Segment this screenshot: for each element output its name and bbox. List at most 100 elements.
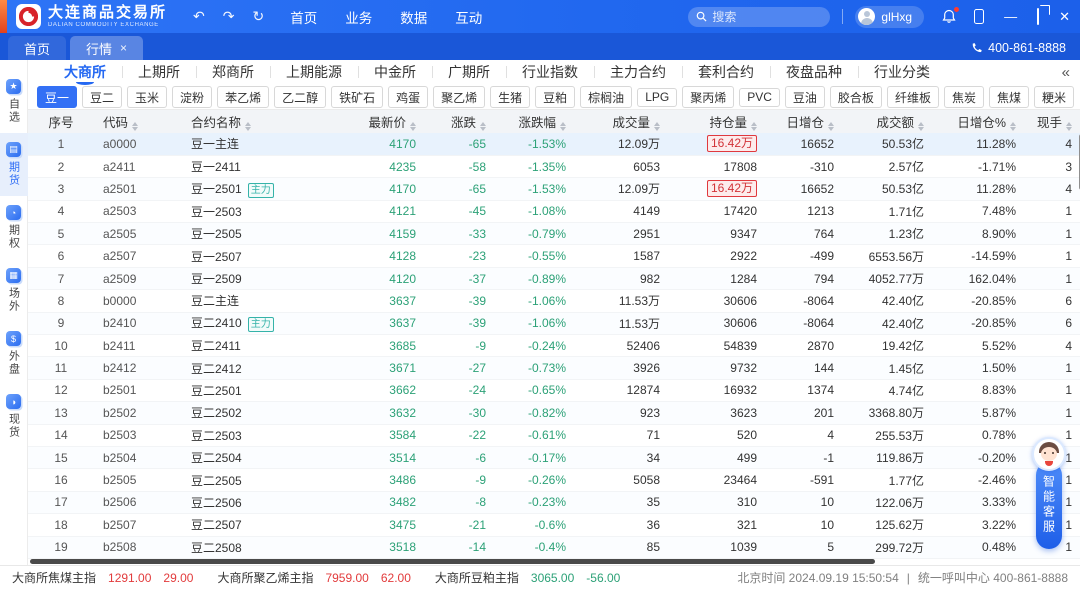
column-header[interactable]: 涨跌幅 [500,110,580,133]
commodity-pill[interactable]: 粳米 [1034,86,1074,108]
topnav-item[interactable]: 首页 [290,7,317,27]
commodity-pill[interactable]: 豆二 [82,86,122,108]
column-header[interactable]: 日增仓 [771,110,848,133]
table-row[interactable]: 2a2411豆一24114235-58-1.35%605317808-3102.… [28,155,1080,177]
table-row[interactable]: 15b2504豆二25043514-6-0.17%34499-1119.86万-… [28,446,1080,468]
table-row[interactable]: 14b2503豆二25033584-22-0.61%715204255.53万0… [28,424,1080,446]
horizontal-scrollbar[interactable] [30,559,875,564]
sidebar-item[interactable]: ▤期货 [0,133,28,196]
column-header[interactable]: 代码 [94,110,182,133]
column-header[interactable]: 涨跌 [430,110,500,133]
exchange-tab[interactable]: 中金所 [358,60,432,85]
back-icon[interactable]: ↶ [193,8,205,25]
column-header[interactable]: 最新价 [350,110,430,133]
column-header[interactable]: 持仓量 [674,110,771,133]
table-row[interactable]: 9b2410豆二2410主力3637-39-1.06%11.53万30606-8… [28,312,1080,334]
table-row[interactable]: 6a2507豆一25074128-23-0.55%15872922-499655… [28,245,1080,267]
mobile-app-button[interactable] [974,9,984,24]
contract-name: 豆二2412 [191,362,242,376]
commodity-pill[interactable]: 淀粉 [172,86,212,108]
commodity-pill[interactable]: 聚丙烯 [682,86,734,108]
call-center: 统一呼叫中心 400-861-8888 [918,569,1068,586]
table-row[interactable]: 16b2505豆二25053486-9-0.26%505823464-5911.… [28,469,1080,491]
commodity-pill[interactable]: 生猪 [490,86,530,108]
forward-icon[interactable]: ↷ [223,8,235,25]
table-row[interactable]: 7a2509豆一25094120-37-0.89%98212847944052.… [28,267,1080,289]
commodity-pill[interactable]: 玉米 [127,86,167,108]
topnav-item[interactable]: 数据 [400,7,427,27]
sort-asc-icon [654,122,660,126]
close-button[interactable]: ✕ [1059,9,1070,25]
commodity-pill[interactable]: 纤维板 [887,86,939,108]
commodity-pill[interactable]: LPG [637,88,677,107]
commodity-pill[interactable]: 胶合板 [830,86,882,108]
index-item[interactable]: 大商所豆粕主指3065.00-56.00 [435,569,620,586]
index-item[interactable]: 大商所焦煤主指1291.0029.00 [12,569,193,586]
commodity-pill[interactable]: 焦炭 [944,86,984,108]
sidebar-item[interactable]: ★自选 [0,70,28,133]
sidebar-item[interactable]: $外盘 [0,322,28,385]
exchange-tab[interactable]: 主力合约 [594,60,682,85]
table-row[interactable]: 13b2502豆二25023632-30-0.82%92336232013368… [28,402,1080,424]
sort-desc-icon [828,127,834,131]
cell-name: 豆二2505 [182,469,350,491]
exchange-tab[interactable]: 广期所 [432,60,506,85]
maximize-button[interactable] [1037,9,1039,24]
user-chip[interactable]: glHxg [855,6,924,28]
table-row[interactable]: 1a0000豆一主连4170-65-1.53%12.09万16.42万16652… [28,133,1080,155]
commodity-pill[interactable]: 鸡蛋 [388,86,428,108]
page-tab[interactable]: 首页 [8,36,66,60]
table-row[interactable]: 4a2503豆一25034121-45-1.08%41491742012131.… [28,200,1080,222]
exchange-tab[interactable]: 上期能源 [270,60,358,85]
table-row[interactable]: 10b2411豆二24113685-9-0.24%524065483928701… [28,335,1080,357]
tab-close-icon[interactable]: × [120,41,127,55]
search-input[interactable] [712,10,812,24]
column-header[interactable]: 成交量 [580,110,674,133]
refresh-icon[interactable]: ↻ [252,8,264,25]
cell-current-hand: 1 [1030,245,1080,267]
commodity-pill[interactable]: 苯乙烯 [217,86,269,108]
exchange-tab[interactable]: 大商所 [48,60,122,85]
commodity-pill[interactable]: PVC [739,88,780,107]
table-row[interactable]: 19b2508豆二25083518-14-0.4%8510395299.72万0… [28,536,1080,558]
table-row[interactable]: 12b2501豆二25013662-24-0.65%12874169321374… [28,379,1080,401]
commodity-pill[interactable]: 焦煤 [989,86,1029,108]
sidebar-item[interactable]: ▦场外 [0,259,28,322]
commodity-pill[interactable]: 聚乙烯 [433,86,485,108]
commodity-pill[interactable]: 铁矿石 [331,86,383,108]
minimize-button[interactable]: — [1004,9,1017,24]
table-row[interactable]: 8b0000豆二主连3637-39-1.06%11.53万30606-80644… [28,290,1080,312]
table-row[interactable]: 17b2506豆二25063482-8-0.23%3531010122.06万3… [28,491,1080,513]
sidebar-item[interactable]: ◑现货 [0,385,28,448]
column-header[interactable]: 日增仓% [938,110,1030,133]
exchange-tab[interactable]: 上期所 [122,60,196,85]
page-tab[interactable]: 行情× [70,36,143,60]
table-row[interactable]: 3a2501豆一2501主力4170-65-1.53%12.09万16.42万1… [28,178,1080,200]
exchange-tab[interactable]: 夜盘品种 [770,60,858,85]
commodity-pill[interactable]: 乙二醇 [274,86,326,108]
column-header[interactable]: 现手 [1030,110,1080,133]
collapse-icon[interactable]: « [1062,64,1070,81]
sort-desc-icon [245,127,251,131]
service-pill[interactable]: 智能客服 [1036,462,1062,549]
commodity-pill[interactable]: 豆油 [785,86,825,108]
table-row[interactable]: 18b2507豆二25073475-21-0.6%3632110125.62万3… [28,514,1080,536]
commodity-pill[interactable]: 豆一 [37,86,77,108]
topnav-item[interactable]: 业务 [345,7,372,27]
commodity-pill[interactable]: 豆粕 [535,86,575,108]
topnav-item[interactable]: 互动 [455,7,482,27]
index-item[interactable]: 大商所聚乙烯主指7959.0062.00 [217,569,410,586]
exchange-tab[interactable]: 行业指数 [506,60,594,85]
exchange-tab[interactable]: 郑商所 [196,60,270,85]
column-header[interactable]: 成交额 [848,110,938,133]
search-box[interactable] [688,7,830,27]
customer-service-widget[interactable]: 智能客服 [1031,437,1067,549]
exchange-tab[interactable]: 套利合约 [682,60,770,85]
exchange-tab[interactable]: 行业分类 [858,60,946,85]
sidebar-item[interactable]: ◔期权 [0,196,28,259]
table-row[interactable]: 11b2412豆二24123671-27-0.73%392697321441.4… [28,357,1080,379]
commodity-pill[interactable]: 棕榈油 [580,86,632,108]
table-row[interactable]: 5a2505豆一25054159-33-0.79%295193477641.23… [28,223,1080,245]
notification-button[interactable] [942,9,956,24]
column-header[interactable]: 合约名称 [182,110,350,133]
